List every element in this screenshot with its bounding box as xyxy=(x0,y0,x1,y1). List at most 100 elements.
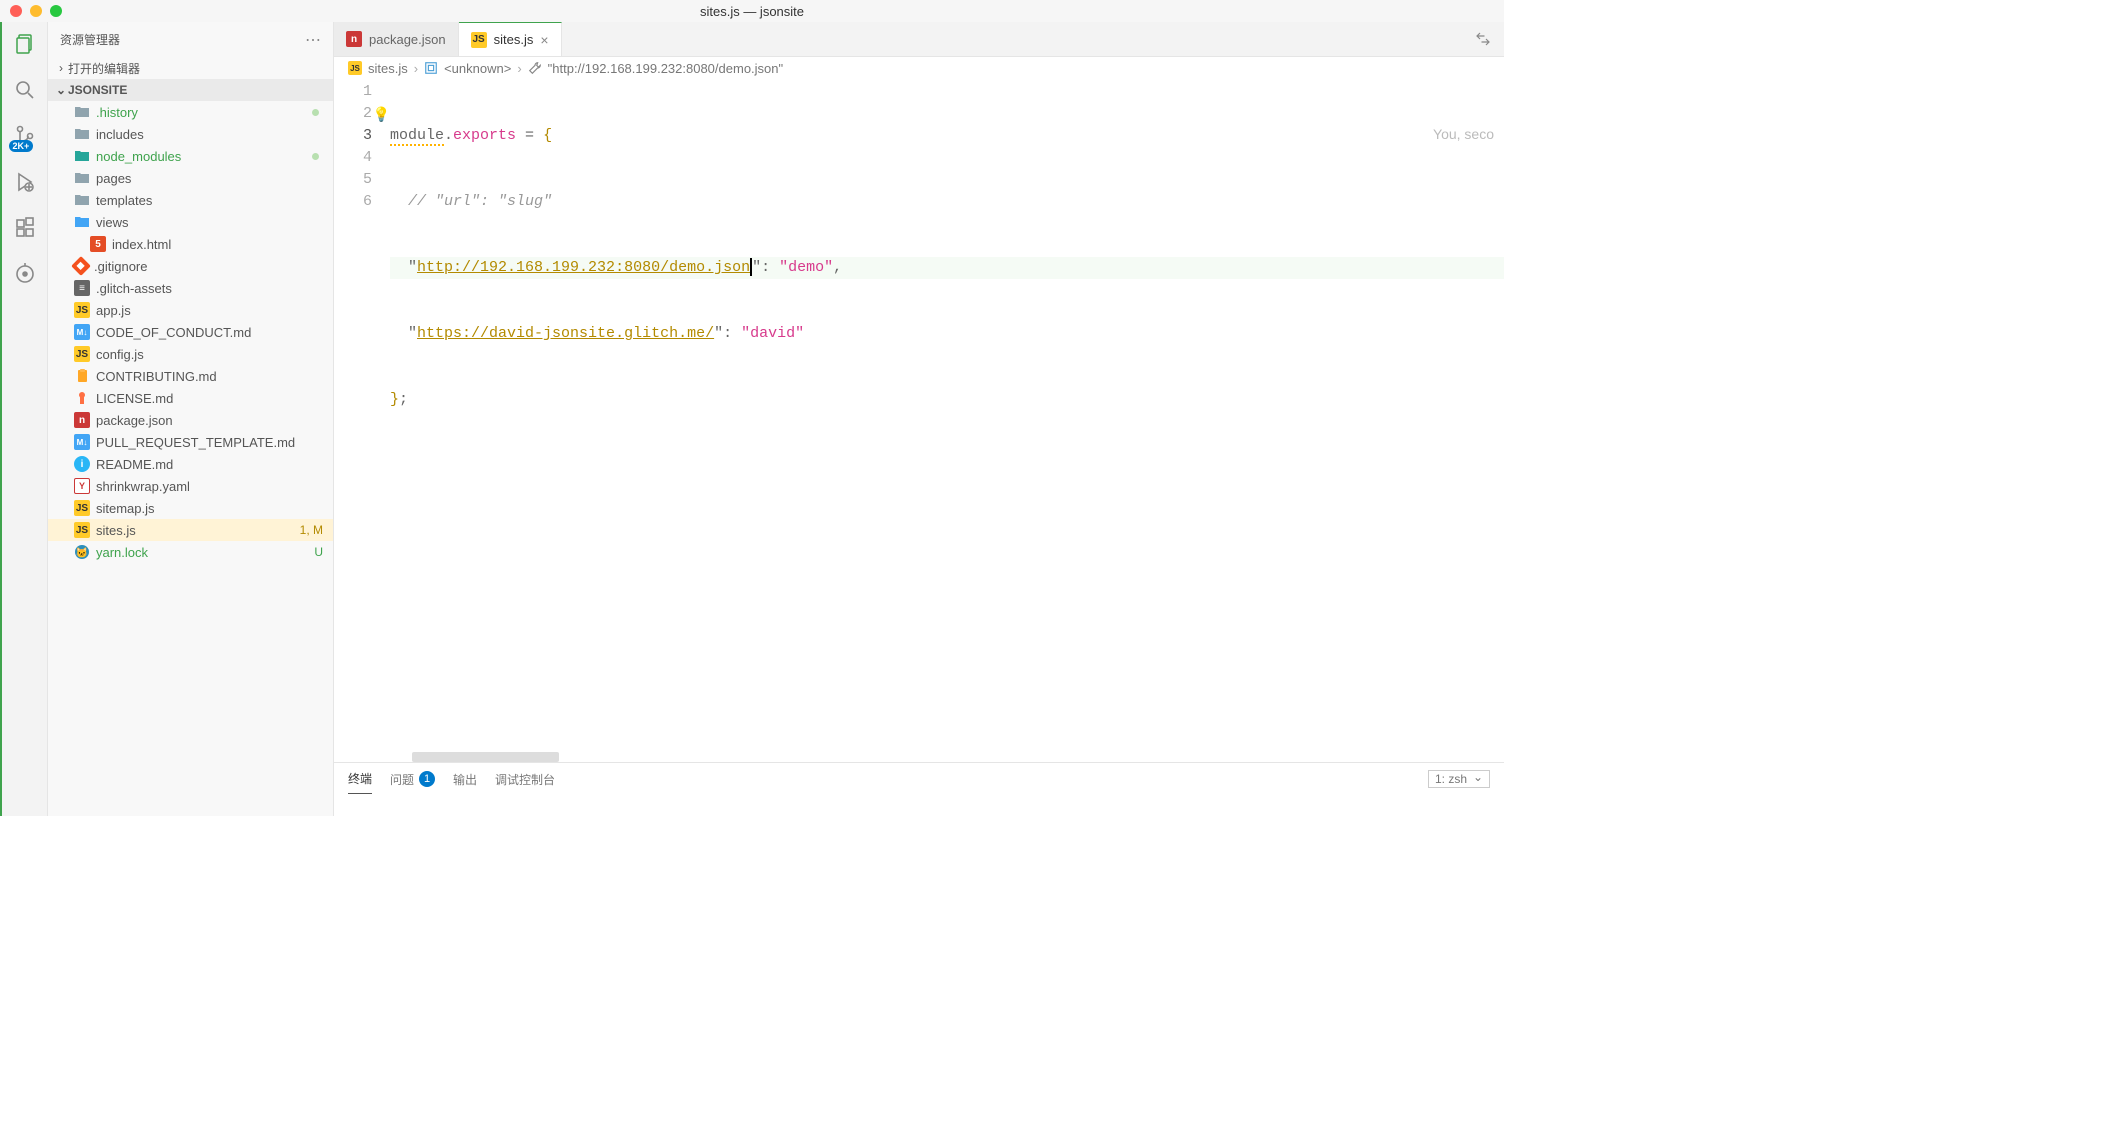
gitlens-icon[interactable] xyxy=(11,260,39,288)
panel-tabs: 终端 问题 1 输出 调试控制台 1: zsh xyxy=(334,763,1504,795)
breadcrumb-part[interactable]: "http://192.168.199.232:8080/demo.json" xyxy=(548,61,783,76)
tab-label: sites.js xyxy=(494,32,534,47)
panel-tab-terminal[interactable]: 终端 xyxy=(348,764,372,794)
js-icon: JS xyxy=(74,500,90,516)
breadcrumb-sep: › xyxy=(414,61,418,76)
tree-item[interactable]: 5 index.html xyxy=(48,233,333,255)
tab-sites-js[interactable]: JS sites.js × xyxy=(459,22,562,56)
tree-item[interactable]: JSapp.js xyxy=(48,299,333,321)
tree-item-label: CONTRIBUTING.md xyxy=(96,369,217,384)
tree-item[interactable]: LICENSE.md xyxy=(48,387,333,409)
panel-tab-label: 问题 xyxy=(390,771,414,788)
tab-label: package.json xyxy=(369,32,446,47)
js-icon: JS xyxy=(471,32,487,48)
tree-item[interactable]: views xyxy=(48,211,333,233)
tree-item[interactable]: JSsites.js1, M xyxy=(48,519,333,541)
folder-root-section[interactable]: ⌄ JSONSITE xyxy=(48,79,333,101)
line-number: 6 xyxy=(334,191,372,213)
tree-item[interactable]: 🐱 yarn.lock U xyxy=(48,541,333,563)
license-icon xyxy=(74,390,90,406)
tree-item-label: shrinkwrap.yaml xyxy=(96,479,190,494)
explorer-sidebar: 资源管理器 ⋯ › 打开的编辑器 ⌄ JSONSITE .historyincl… xyxy=(48,22,334,816)
search-icon[interactable] xyxy=(11,76,39,104)
tree-item-label: index.html xyxy=(112,237,171,252)
tree-item[interactable]: Yshrinkwrap.yaml xyxy=(48,475,333,497)
tree-item[interactable]: M↓CODE_OF_CONDUCT.md xyxy=(48,321,333,343)
window-maximize-button[interactable] xyxy=(50,5,62,17)
tree-item-label: PULL_REQUEST_TEMPLATE.md xyxy=(96,435,295,450)
problems-badge: 1 xyxy=(419,771,435,787)
panel-tab-debug-console[interactable]: 调试控制台 xyxy=(495,765,555,794)
tree-item-label: .glitch-assets xyxy=(96,281,172,296)
panel-tab-problems[interactable]: 问题 1 xyxy=(390,765,435,794)
tree-item[interactable]: ≡.glitch-assets xyxy=(48,277,333,299)
run-debug-icon[interactable] xyxy=(11,168,39,196)
tree-item-label: templates xyxy=(96,193,152,208)
open-editors-section[interactable]: › 打开的编辑器 xyxy=(48,57,333,79)
source-control-icon[interactable]: 2K+ xyxy=(11,122,39,150)
tree-item-label: yarn.lock xyxy=(96,545,148,560)
compare-changes-icon[interactable] xyxy=(1474,30,1492,48)
window-minimize-button[interactable] xyxy=(30,5,42,17)
explorer-icon[interactable] xyxy=(11,30,39,58)
folder-root-label: JSONSITE xyxy=(68,83,127,97)
panel-tab-output[interactable]: 输出 xyxy=(453,765,477,794)
yarn-icon: 🐱 xyxy=(74,544,90,560)
tree-item-label: includes xyxy=(96,127,144,142)
line-number: 1 xyxy=(334,81,372,103)
tree-item-label: pages xyxy=(96,171,131,186)
code-content[interactable]: module.exports = { // "url": "slug" "htt… xyxy=(390,79,1504,762)
clipboard-icon xyxy=(74,368,90,384)
npm-icon: n xyxy=(346,31,362,47)
tree-item-label: views xyxy=(96,215,129,230)
js-icon: JS xyxy=(74,522,90,538)
tree-item-label: sites.js xyxy=(96,523,136,538)
tree-item[interactable]: pages xyxy=(48,167,333,189)
tree-item[interactable]: JSconfig.js xyxy=(48,343,333,365)
codelens-hint[interactable]: You, seco xyxy=(1433,123,1494,145)
markdown-icon: M↓ xyxy=(74,434,90,450)
tree-item-label: config.js xyxy=(96,347,144,362)
tab-package-json[interactable]: n package.json xyxy=(334,22,459,56)
git-status: U xyxy=(314,545,323,559)
sidebar-more-button[interactable]: ⋯ xyxy=(305,30,321,50)
tree-item[interactable]: iREADME.md xyxy=(48,453,333,475)
tree-item[interactable]: .history xyxy=(48,101,333,123)
code-line: }; xyxy=(390,389,1504,411)
svg-text:🐱: 🐱 xyxy=(76,547,88,559)
js-icon: JS xyxy=(74,302,90,318)
tree-item[interactable]: ◆.gitignore xyxy=(48,255,333,277)
activity-bar: 2K+ xyxy=(0,22,48,816)
close-icon[interactable]: × xyxy=(540,32,548,48)
tree-item[interactable]: M↓ PULL_REQUEST_TEMPLATE.md xyxy=(48,431,333,453)
code-editor[interactable]: 1 2💡 3 4 5 6 module.exports = { // "url"… xyxy=(334,79,1504,762)
breadcrumb[interactable]: JS sites.js › <unknown> › "http://192.16… xyxy=(334,57,1504,79)
line-number: 4 xyxy=(334,147,372,169)
horizontal-scrollbar-thumb[interactable] xyxy=(412,752,559,762)
tree-item[interactable]: npackage.json xyxy=(48,409,333,431)
line-number: 2💡 xyxy=(334,103,372,125)
tree-item[interactable]: templates xyxy=(48,189,333,211)
breadcrumb-part[interactable]: sites.js xyxy=(368,61,408,76)
window-close-button[interactable] xyxy=(10,5,22,17)
tree-item[interactable]: includes xyxy=(48,123,333,145)
lightbulb-icon[interactable]: 💡 xyxy=(373,105,390,127)
breadcrumb-part[interactable]: <unknown> xyxy=(444,61,511,76)
terminal-selector[interactable]: 1: zsh xyxy=(1428,770,1490,788)
folder-icon xyxy=(74,148,90,164)
tree-item[interactable]: node_modules xyxy=(48,145,333,167)
section-label: 打开的编辑器 xyxy=(68,60,140,77)
module-icon xyxy=(424,61,438,75)
tree-item[interactable]: CONTRIBUTING.md xyxy=(48,365,333,387)
extensions-icon[interactable] xyxy=(11,214,39,242)
file-tree[interactable]: .history includes node_modulespages templat… xyxy=(48,101,333,816)
line-number: 3 xyxy=(334,125,372,147)
tree-item-label: LICENSE.md xyxy=(96,391,173,406)
yaml-icon: Y xyxy=(74,478,90,494)
breadcrumb-sep: › xyxy=(517,61,521,76)
tree-item-label: sitemap.js xyxy=(96,501,155,516)
tree-item[interactable]: JS sitemap.js xyxy=(48,497,333,519)
folder-icon xyxy=(74,170,90,186)
html-icon: 5 xyxy=(90,236,106,252)
code-line: module.exports = { xyxy=(390,125,1504,147)
